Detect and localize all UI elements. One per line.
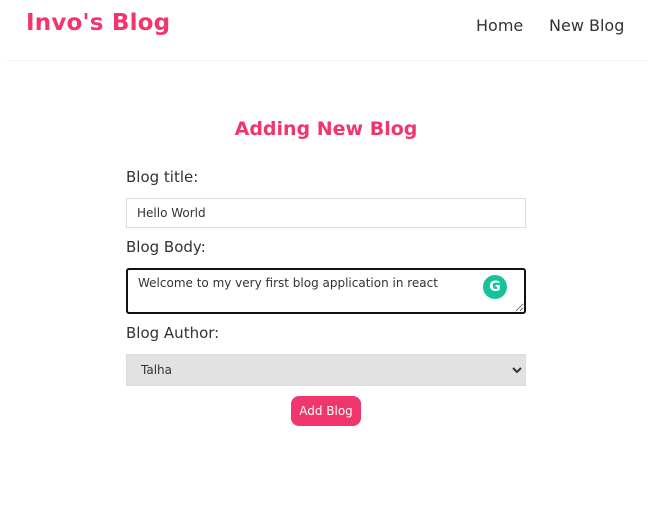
blog-body-label: Blog Body: [126,238,206,256]
site-brand[interactable]: Invo's Blog [26,10,170,36]
blog-title-input[interactable] [126,198,526,228]
submit-wrapper: Add Blog [126,396,526,426]
blog-author-select[interactable]: Talha [126,354,526,386]
add-blog-button[interactable]: Add Blog [291,396,361,426]
blog-body-textarea[interactable]: Welcome to my very first blog applicatio… [126,268,526,314]
page-title: Adding New Blog [234,118,418,140]
nav-home-link[interactable]: Home [476,16,523,35]
grammarly-g-icon[interactable]: G [483,275,507,299]
navbar: Invo's Blog Home New Blog [6,0,647,61]
blog-title-label: Blog title: [126,168,199,186]
blog-author-label: Blog Author: [126,324,220,342]
nav-new-blog-link[interactable]: New Blog [549,16,624,35]
blog-body-wrapper: Welcome to my very first blog applicatio… [126,268,526,314]
create-blog-form: Adding New Blog Blog title: Blog Body: W… [126,118,526,426]
